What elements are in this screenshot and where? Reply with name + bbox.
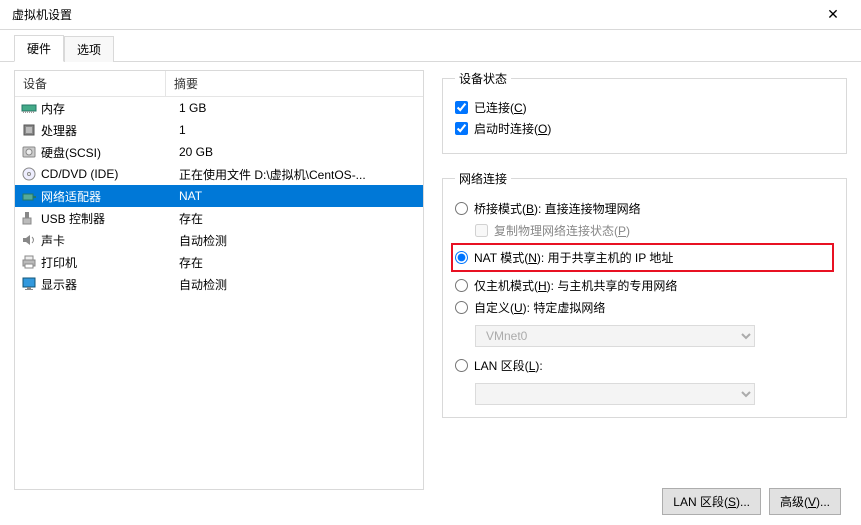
titlebar: 虚拟机设置 ✕ xyxy=(0,0,861,30)
device-summary: 存在 xyxy=(175,210,419,227)
device-list[interactable]: 设备 摘要 内存1 GB处理器1硬盘(SCSI)20 GBCD/DVD (IDE… xyxy=(14,70,424,490)
lanseg-radio[interactable] xyxy=(455,359,468,372)
connected-checkbox[interactable] xyxy=(455,101,468,114)
device-summary: 正在使用文件 D:\虚拟机\CentOS-... xyxy=(175,166,419,183)
device-row[interactable]: 显示器自动检测 xyxy=(15,273,423,295)
device-name: 显示器 xyxy=(41,276,175,293)
nat-highlight: NAT 模式(N): 用于共享主机的 IP 地址 xyxy=(451,243,834,272)
lanseg-select xyxy=(475,383,755,405)
column-device[interactable]: 设备 xyxy=(15,71,165,96)
disk-icon xyxy=(21,144,37,160)
device-name: 处理器 xyxy=(41,122,175,139)
hostonly-radio[interactable] xyxy=(455,279,468,292)
device-summary: 自动检测 xyxy=(175,276,419,293)
vmnet-select: VMnet0 xyxy=(475,325,755,347)
device-row[interactable]: USB 控制器存在 xyxy=(15,207,423,229)
device-row[interactable]: 声卡自动检测 xyxy=(15,229,423,251)
bridged-label: 桥接模式(B): 直接连接物理网络 xyxy=(474,200,641,217)
network-connection-group: 网络连接 桥接模式(B): 直接连接物理网络 复制物理网络连接状态(P) NAT… xyxy=(442,170,847,418)
device-summary: 1 GB xyxy=(175,101,419,115)
device-state-group: 设备状态 已连接(C) 启动时连接(O) xyxy=(442,70,847,154)
device-row[interactable]: 打印机存在 xyxy=(15,251,423,273)
tab-hardware[interactable]: 硬件 xyxy=(14,35,64,62)
device-name: USB 控制器 xyxy=(41,210,175,227)
cpu-icon xyxy=(21,122,37,138)
device-summary: 20 GB xyxy=(175,145,419,159)
bridged-radio[interactable] xyxy=(455,202,468,215)
custom-radio[interactable] xyxy=(455,301,468,314)
device-summary: 存在 xyxy=(175,254,419,271)
device-name: CD/DVD (IDE) xyxy=(41,167,175,181)
display-icon xyxy=(21,276,37,292)
tabs: 硬件 选项 xyxy=(0,36,861,62)
column-summary[interactable]: 摘要 xyxy=(165,71,423,96)
tab-options[interactable]: 选项 xyxy=(64,36,114,62)
device-row[interactable]: 硬盘(SCSI)20 GB xyxy=(15,141,423,163)
printer-icon xyxy=(21,254,37,270)
replicate-label: 复制物理网络连接状态(P) xyxy=(494,222,630,239)
nat-radio[interactable] xyxy=(455,251,468,264)
hostonly-label: 仅主机模式(H): 与主机共享的专用网络 xyxy=(474,277,677,294)
device-name: 声卡 xyxy=(41,232,175,249)
advanced-button[interactable]: 高级(V)... xyxy=(769,488,841,515)
device-summary: 自动检测 xyxy=(175,232,419,249)
close-button[interactable]: ✕ xyxy=(813,0,853,30)
device-name: 内存 xyxy=(41,100,175,117)
device-name: 硬盘(SCSI) xyxy=(41,144,175,161)
list-header: 设备 摘要 xyxy=(15,71,423,97)
usb-icon xyxy=(21,210,37,226)
device-name: 网络适配器 xyxy=(41,188,175,205)
sound-icon xyxy=(21,232,37,248)
connected-label: 已连接(C) xyxy=(474,99,527,116)
custom-label: 自定义(U): 特定虚拟网络 xyxy=(474,299,605,316)
cd-icon xyxy=(21,166,37,182)
device-row[interactable]: 处理器1 xyxy=(15,119,423,141)
device-row[interactable]: 内存1 GB xyxy=(15,97,423,119)
window-title: 虚拟机设置 xyxy=(8,6,813,23)
net-icon xyxy=(21,188,37,204)
network-connection-legend: 网络连接 xyxy=(455,170,511,187)
device-summary: 1 xyxy=(175,123,419,137)
nat-label: NAT 模式(N): 用于共享主机的 IP 地址 xyxy=(474,249,673,266)
device-summary: NAT xyxy=(175,189,419,203)
connect-at-poweron-checkbox[interactable] xyxy=(455,122,468,135)
device-state-legend: 设备状态 xyxy=(455,70,511,87)
lanseg-label: LAN 区段(L): xyxy=(474,357,543,374)
device-row[interactable]: CD/DVD (IDE)正在使用文件 D:\虚拟机\CentOS-... xyxy=(15,163,423,185)
device-name: 打印机 xyxy=(41,254,175,271)
connect-at-poweron-label: 启动时连接(O) xyxy=(474,120,551,137)
device-row[interactable]: 网络适配器NAT xyxy=(15,185,423,207)
memory-icon xyxy=(21,100,37,116)
lan-segments-button[interactable]: LAN 区段(S)... xyxy=(662,488,761,515)
replicate-checkbox xyxy=(475,224,488,237)
